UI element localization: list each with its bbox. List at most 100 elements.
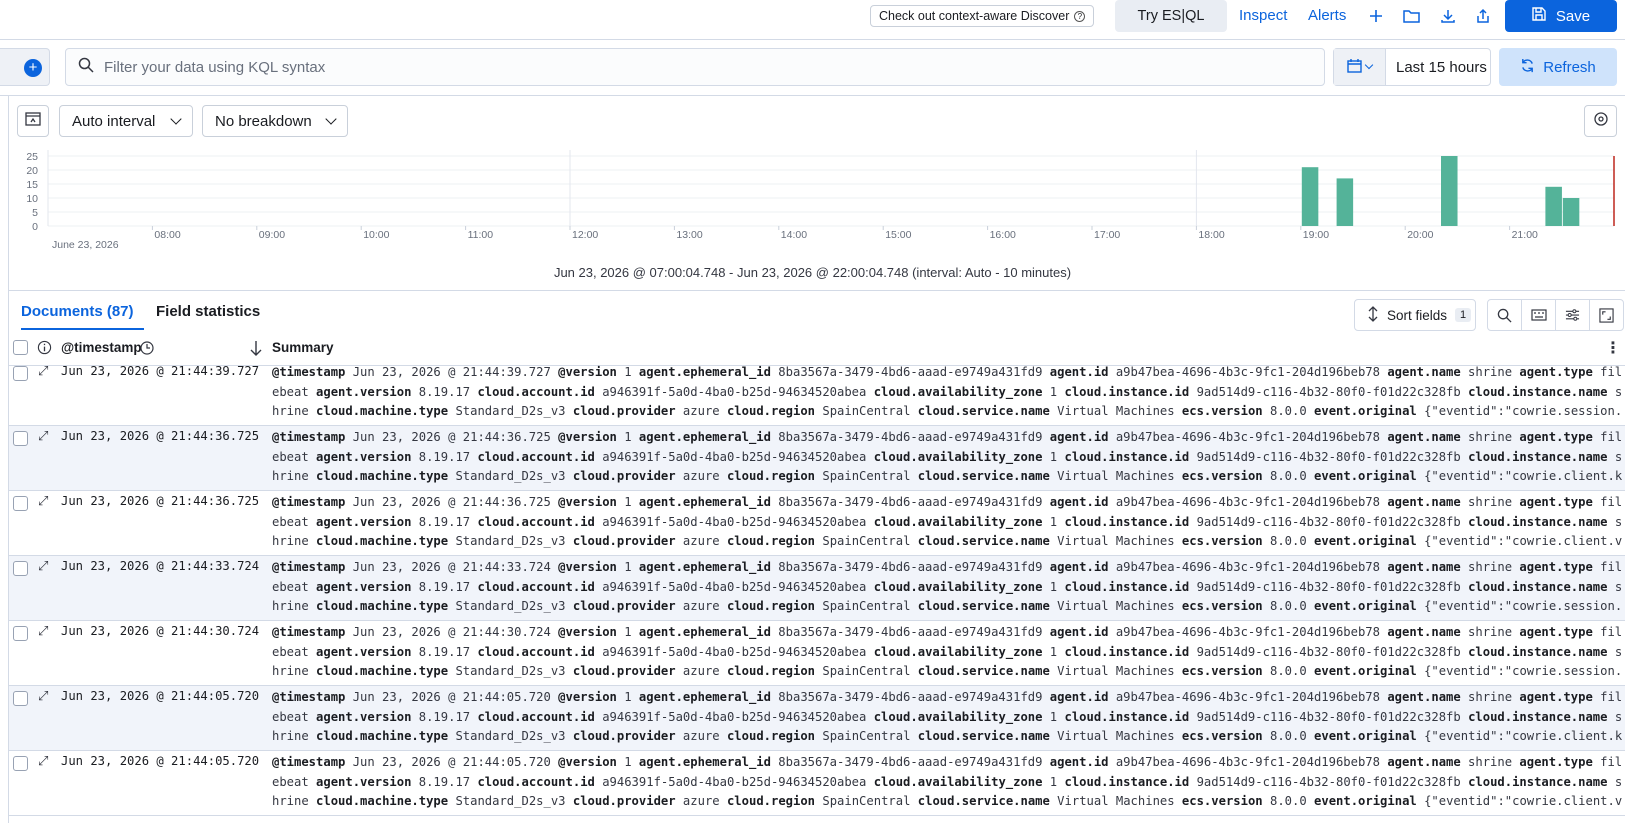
breakdown-label: No breakdown <box>215 112 312 130</box>
x-tick-label: 11:00 <box>468 229 494 241</box>
x-tick-label: 17:00 <box>1094 229 1120 241</box>
row-timestamp: Jun 23, 2026 @ 21:44:36.725 <box>61 429 260 443</box>
save-icon <box>1532 7 1546 25</box>
y-tick-label: 10 <box>26 193 38 205</box>
date-range-label[interactable]: Last 15 hours <box>1386 59 1487 76</box>
row-timestamp: Jun 23, 2026 @ 21:44:36.725 <box>61 494 260 508</box>
download-icon[interactable] <box>1438 6 1458 26</box>
row-timestamp: Jun 23, 2026 @ 21:44:05.720 <box>61 689 260 703</box>
y-tick-label: 25 <box>26 151 38 163</box>
inspect-link[interactable]: Inspect <box>1239 7 1287 24</box>
add-filter-icon[interactable]: + <box>24 59 42 77</box>
histogram-bar[interactable] <box>1545 186 1562 226</box>
y-tick-label: 20 <box>26 165 38 177</box>
toggle-histogram-button[interactable] <box>17 105 49 137</box>
search-icon[interactable] <box>1488 300 1522 330</box>
tab-field-statistics[interactable]: Field statistics <box>156 303 260 320</box>
row-checkbox[interactable] <box>13 496 28 511</box>
sort-count-badge: 1 <box>1455 308 1472 322</box>
new-icon[interactable] <box>1366 6 1386 26</box>
row-summary: @timestamp Jun 23, 2026 @ 21:44:05.720 @… <box>272 690 1623 743</box>
expand-icon[interactable]: ⤢ <box>38 429 48 444</box>
clock-icon <box>140 341 154 358</box>
display-settings-icon[interactable] <box>1556 300 1590 330</box>
chart-grid <box>47 150 1614 227</box>
row-checkbox[interactable] <box>13 431 28 446</box>
bars <box>1301 156 1580 226</box>
x-tick-label: 15:00 <box>885 229 911 241</box>
row-checkbox[interactable] <box>13 626 28 641</box>
histogram-bar[interactable] <box>1441 156 1458 226</box>
share-icon[interactable] <box>1473 6 1493 26</box>
save-button[interactable]: Save <box>1505 0 1617 32</box>
row-checkbox[interactable] <box>13 756 28 771</box>
refresh-button[interactable]: Refresh <box>1499 48 1617 86</box>
data-view-toggle[interactable]: + <box>0 48 50 86</box>
x-tick-label: 12:00 <box>572 229 598 241</box>
row-checkbox[interactable] <box>13 366 28 381</box>
select-all-checkbox[interactable] <box>13 340 28 355</box>
context-aware-discover-button[interactable]: Check out context-aware Discover ? <box>870 5 1095 27</box>
kql-search-input[interactable]: Filter your data using KQL syntax <box>65 48 1325 86</box>
x-axis: 08:00 09:00 10:00 11:00 12:00 13:00 14:00 15:00… <box>151 226 1538 241</box>
col-timestamp-header[interactable]: @timestamp <box>61 340 142 355</box>
x-tick-label: 19:00 <box>1303 229 1329 241</box>
sort-icon <box>1367 305 1379 325</box>
interval-select[interactable]: Auto interval <box>59 105 193 137</box>
sort-fields-button[interactable]: Sort fields 1 <box>1354 299 1476 331</box>
sort-descending-icon[interactable] <box>250 340 262 359</box>
table-row[interactable]: ⤢ Jun 23, 2026 @ 21:44:36.725 @timestamp J… <box>9 491 1625 556</box>
table-row[interactable]: ⤢ Jun 23, 2026 @ 21:44:05.720 @timestamp J… <box>9 686 1625 751</box>
row-timestamp: Jun 23, 2026 @ 21:44:39.727 <box>61 364 260 378</box>
row-summary: @timestamp Jun 23, 2026 @ 21:44:05.720 @… <box>272 755 1623 808</box>
panel-toggle-icon <box>25 111 41 131</box>
table-row[interactable]: ⤢ Jun 23, 2026 @ 21:44:30.724 @timestamp J… <box>9 621 1625 686</box>
y-tick-label: 5 <box>32 207 38 219</box>
row-summary: @timestamp Jun 23, 2026 @ 21:44:36.725 @… <box>272 430 1623 483</box>
keyboard-icon[interactable] <box>1522 300 1556 330</box>
chevron-down-icon <box>170 113 182 125</box>
expand-icon[interactable]: ⤢ <box>38 624 48 639</box>
y-axis: 25 20 15 10 5 0 <box>26 151 38 233</box>
expand-icon[interactable]: ⤢ <box>38 689 48 704</box>
row-summary: @timestamp Jun 23, 2026 @ 21:44:33.724 @… <box>272 560 1623 613</box>
row-timestamp: Jun 23, 2026 @ 21:44:30.724 <box>61 624 260 638</box>
chevron-down-icon <box>325 113 337 125</box>
time-range-text: Jun 23, 2026 @ 07:00:04.748 - Jun 23, 20… <box>553 265 1072 280</box>
y-tick-label: 0 <box>32 221 38 233</box>
context-aware-discover-label: Check out context-aware Discover <box>879 9 1070 23</box>
refresh-label: Refresh <box>1543 58 1596 76</box>
kql-placeholder: Filter your data using KQL syntax <box>104 58 326 76</box>
expand-icon[interactable]: ⤢ <box>38 364 48 379</box>
row-checkbox[interactable] <box>13 561 28 576</box>
chart-options-button[interactable] <box>1584 105 1617 137</box>
x-tick-label: 20:00 <box>1407 229 1433 241</box>
quick-menu-button[interactable] <box>1334 49 1386 85</box>
top-nav-bar: Check out context-aware Discover ? Try E… <box>0 0 1625 40</box>
table-row[interactable]: ⤢ Jun 23, 2026 @ 21:44:39.727 @timestamp J… <box>9 361 1625 426</box>
x-tick-label: 10:00 <box>363 229 389 241</box>
col-summary-header[interactable]: Summary <box>272 340 334 355</box>
histogram-bar[interactable] <box>1562 198 1580 226</box>
alerts-link[interactable]: Alerts <box>1308 7 1346 24</box>
histogram-bar[interactable] <box>1336 178 1354 226</box>
column-actions-icon[interactable]: ⋮ <box>1605 338 1621 358</box>
expand-icon[interactable]: ⤢ <box>38 754 48 769</box>
refresh-icon <box>1520 58 1535 77</box>
tab-documents[interactable]: Documents (87) <box>21 303 134 320</box>
histogram-bar[interactable] <box>1301 167 1319 226</box>
table-row[interactable]: ⤢ Jun 23, 2026 @ 21:44:05.720 @timestamp J… <box>9 751 1625 816</box>
tab-underline <box>21 328 144 330</box>
expand-icon[interactable]: ⤢ <box>38 559 48 574</box>
table-row[interactable]: ⤢ Jun 23, 2026 @ 21:44:33.724 @timestamp J… <box>9 556 1625 621</box>
table-row[interactable]: ⤢ Jun 23, 2026 @ 21:44:36.725 @timestamp J… <box>9 426 1625 491</box>
open-folder-icon[interactable] <box>1402 6 1422 26</box>
expand-icon[interactable]: ⤢ <box>38 494 48 509</box>
row-checkbox[interactable] <box>13 691 28 706</box>
try-esql-button[interactable]: Try ES|QL <box>1115 0 1227 32</box>
breakdown-select[interactable]: No breakdown <box>202 105 348 137</box>
fullscreen-icon[interactable] <box>1590 300 1623 330</box>
date-picker[interactable]: Last 15 hours <box>1333 48 1491 86</box>
x-tick-label: 09:00 <box>259 229 285 241</box>
x-tick-label: 21:00 <box>1512 229 1538 241</box>
